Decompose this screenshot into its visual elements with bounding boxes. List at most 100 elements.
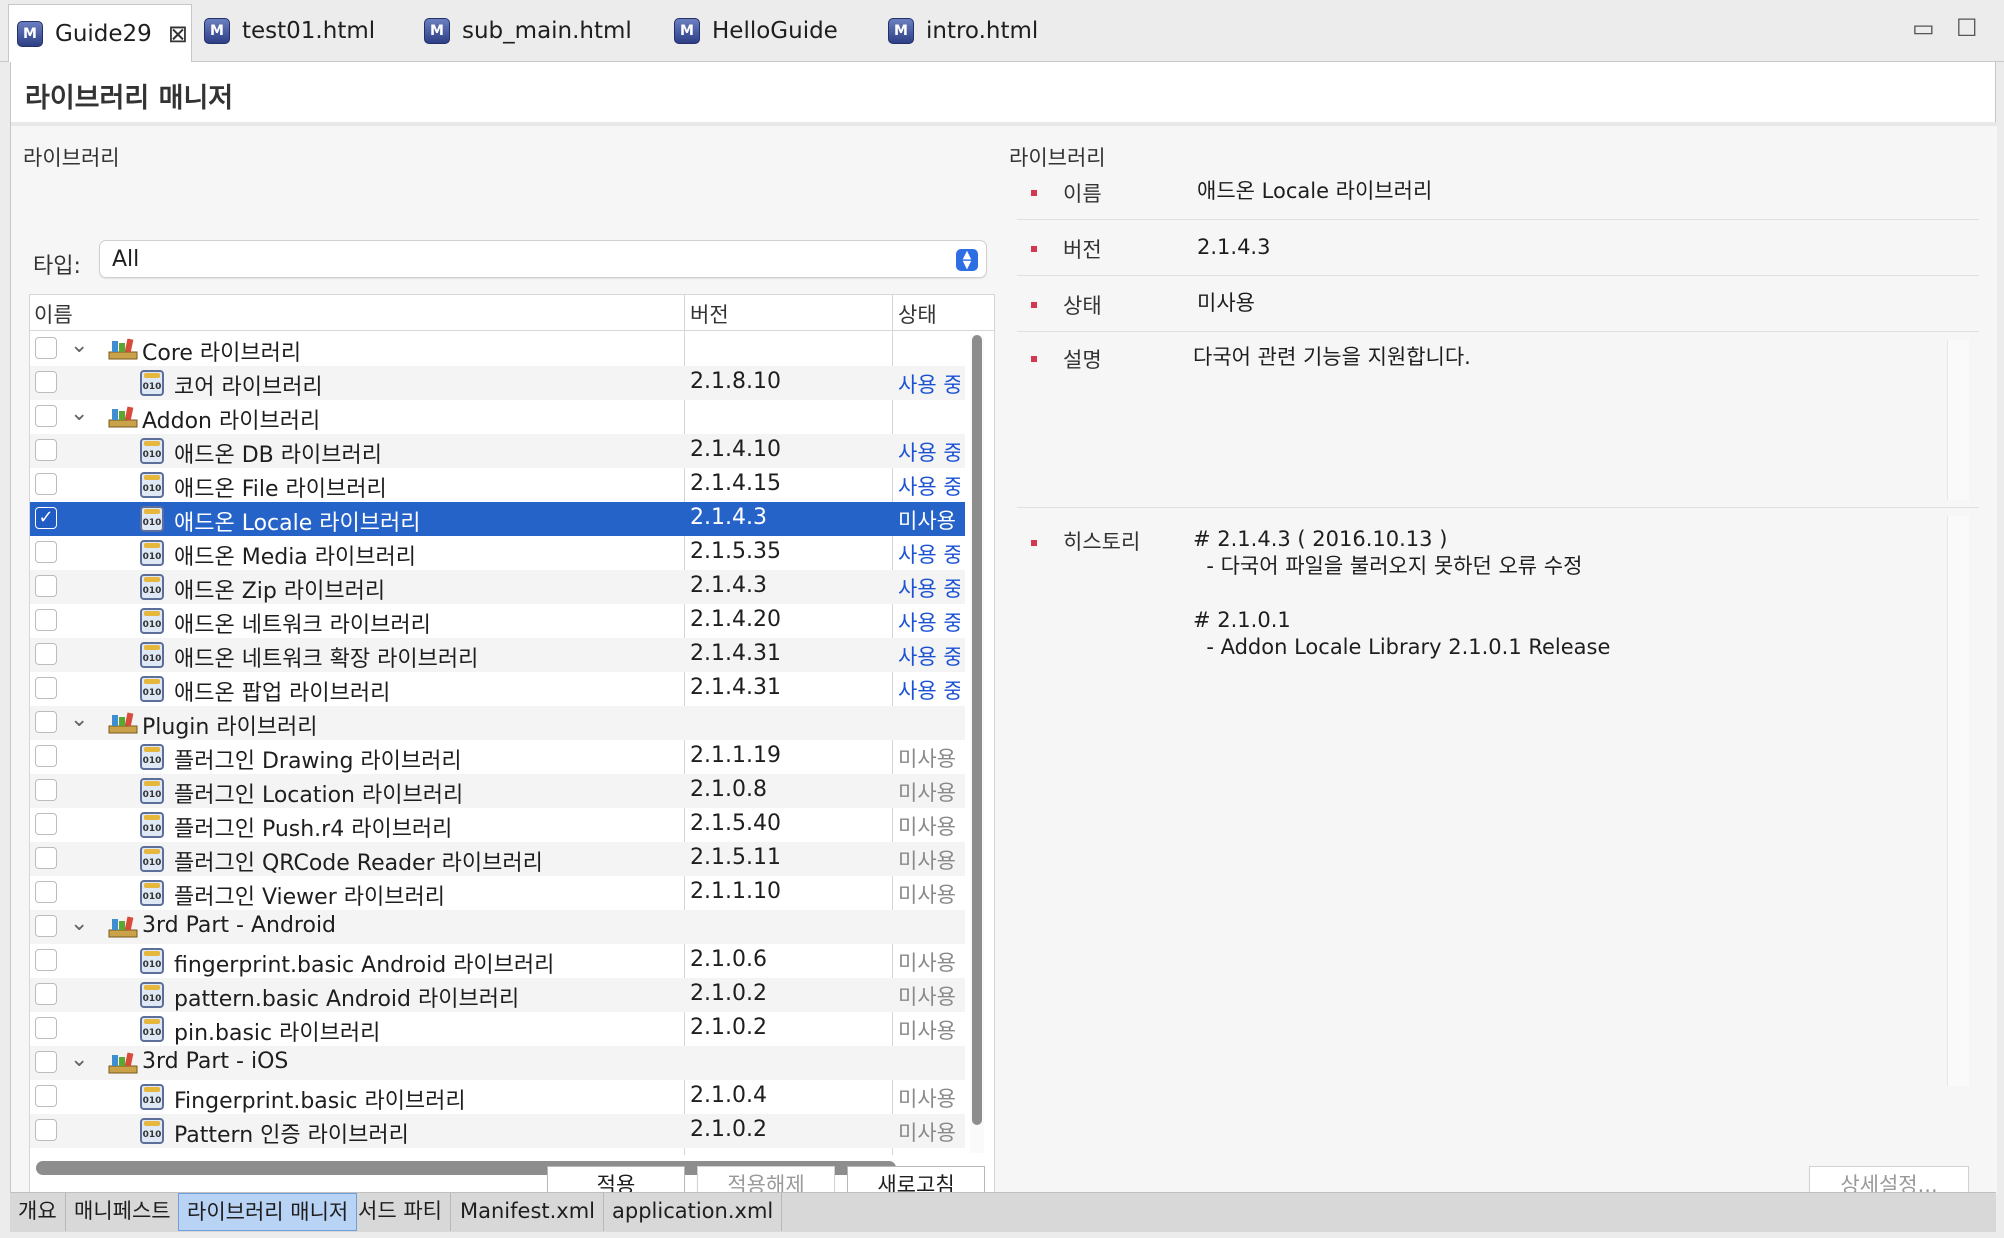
project-file-icon: M: [424, 18, 450, 44]
row-checkbox[interactable]: [35, 711, 57, 733]
row-checkbox[interactable]: [35, 915, 57, 937]
expand-chevron-icon[interactable]: ⌄: [70, 707, 88, 732]
tree-group-row[interactable]: ⌄ Plugin 라이브러리: [30, 706, 965, 740]
history-scrollbar[interactable]: [1947, 516, 1969, 1086]
tree-group-row[interactable]: ⌄ Addon 라이브러리: [30, 400, 965, 434]
row-checkbox[interactable]: [35, 813, 57, 835]
page-tab-manifest-xml[interactable]: Manifest.xml: [452, 1193, 605, 1231]
library-list-section-label: 라이브러리: [23, 146, 120, 170]
row-checkbox[interactable]: [35, 609, 57, 631]
library-version: 2.1.0.6: [690, 947, 767, 972]
library-status: 사용 중: [898, 645, 960, 669]
library-file-icon: 010: [140, 1016, 164, 1042]
row-checkbox[interactable]: [35, 439, 57, 461]
table-row[interactable]: 010 애드온 DB 라이브러리 2.1.4.10 사용 중: [30, 434, 965, 468]
row-checkbox[interactable]: [35, 1119, 57, 1141]
minimize-icon[interactable]: ▭: [1912, 14, 1935, 42]
select-arrows-icon: ▲ ▼: [956, 249, 978, 271]
column-header-status[interactable]: 상태: [898, 299, 937, 329]
table-row[interactable]: 010 pin.basic 라이브러리 2.1.0.2 미사용: [30, 1012, 965, 1046]
row-checkbox[interactable]: [35, 745, 57, 767]
row-checkbox[interactable]: [35, 847, 57, 869]
tree-group-row[interactable]: ⌄ Core 라이브러리: [30, 332, 965, 366]
table-row[interactable]: 010 플러그인 Viewer 라이브러리 2.1.1.10 미사용: [30, 876, 965, 910]
row-checkbox[interactable]: ✓: [35, 507, 57, 529]
column-header-version[interactable]: 버전: [690, 299, 729, 329]
table-row[interactable]: 010 애드온 File 라이브러리 2.1.4.15 사용 중: [30, 468, 965, 502]
row-checkbox[interactable]: [35, 473, 57, 495]
table-row[interactable]: 010 애드온 네트워크 라이브러리 2.1.4.20 사용 중: [30, 604, 965, 638]
table-row[interactable]: ✓ 010 애드온 Locale 라이브러리 2.1.4.3 미사용: [30, 502, 965, 536]
row-checkbox[interactable]: [35, 337, 57, 359]
library-version: 2.1.4.3: [690, 573, 767, 598]
library-name: 애드온 DB 라이브러리: [174, 443, 382, 468]
table-row[interactable]: 010 애드온 Zip 라이브러리 2.1.4.3 사용 중: [30, 570, 965, 604]
row-checkbox[interactable]: [35, 1085, 57, 1107]
library-file-icon: 010: [140, 540, 164, 566]
tab-helloguide[interactable]: M HelloGuide: [674, 6, 838, 56]
type-filter-label: 타입:: [33, 254, 81, 279]
row-checkbox[interactable]: [35, 779, 57, 801]
library-file-icon: 010: [140, 574, 164, 600]
scrollbar-thumb[interactable]: [972, 335, 982, 1125]
content-area: 라이브러리 라이브러리 타입: All ▲ ▼ 이름 버전 상태 ⌄ Core 라이…: [11, 126, 1997, 1204]
table-row[interactable]: 010 Fingerprint.basic 라이브러리 2.1.0.4 미사용: [30, 1080, 965, 1114]
vertical-scrollbar[interactable]: [970, 335, 984, 1153]
tab-intro[interactable]: M intro.html: [888, 6, 1038, 56]
page-tab-third-party[interactable]: 서드 파티: [350, 1193, 451, 1231]
row-checkbox[interactable]: [35, 1051, 57, 1073]
tree-group-row[interactable]: ⌄ 3rd Part - Android: [30, 910, 965, 944]
page-tab-bar: 개요 매니페스트 라이브러리 매니저 서드 파티 Manifest.xml ap…: [10, 1192, 1996, 1232]
table-row[interactable]: 010 애드온 팝업 라이브러리 2.1.4.31 사용 중: [30, 672, 965, 706]
table-row[interactable]: 010 pattern.basic Android 라이브러리 2.1.0.2 미사용: [30, 978, 965, 1012]
column-header-name[interactable]: 이름: [34, 299, 73, 329]
row-checkbox[interactable]: [35, 677, 57, 699]
library-name: 플러그인 Push.r4 라이브러리: [174, 817, 453, 842]
page-tab-overview[interactable]: 개요: [10, 1193, 66, 1231]
table-row[interactable]: 010 애드온 Media 라이브러리 2.1.5.35 사용 중: [30, 536, 965, 570]
row-checkbox[interactable]: [35, 541, 57, 563]
expand-chevron-icon[interactable]: ⌄: [70, 333, 88, 358]
expand-chevron-icon[interactable]: ⌄: [70, 1047, 88, 1072]
library-version: 2.1.1.19: [690, 743, 781, 768]
expand-chevron-icon[interactable]: ⌄: [70, 911, 88, 936]
row-checkbox[interactable]: [35, 881, 57, 903]
tab-guide29[interactable]: M Guide29 ⊠: [8, 4, 192, 62]
tree-group-row[interactable]: ⌄ 3rd Part - iOS: [30, 1046, 965, 1080]
expand-chevron-icon[interactable]: ⌄: [70, 401, 88, 426]
page-tab-manifest[interactable]: 매니페스트: [66, 1193, 180, 1231]
table-row[interactable]: 010 플러그인 QRCode Reader 라이브러리 2.1.5.11 미사용: [30, 842, 965, 876]
page-tab-library-manager[interactable]: 라이브러리 매니저: [178, 1193, 358, 1231]
type-filter-select[interactable]: All ▲ ▼: [99, 240, 987, 278]
library-name: pin.basic 라이브러리: [174, 1021, 381, 1046]
library-file-icon: 010: [140, 506, 164, 532]
row-checkbox[interactable]: [35, 371, 57, 393]
table-row[interactable]: 010 fingerprint.basic Android 라이브러리 2.1.0.…: [30, 944, 965, 978]
tab-sub-main[interactable]: M sub_main.html: [424, 6, 632, 56]
description-scrollbar[interactable]: [1947, 340, 1969, 500]
row-checkbox[interactable]: [35, 949, 57, 971]
row-checkbox[interactable]: [35, 405, 57, 427]
row-checkbox[interactable]: [35, 643, 57, 665]
row-checkbox[interactable]: [35, 983, 57, 1005]
library-version: 2.1.5.35: [690, 539, 781, 564]
table-row[interactable]: 010 플러그인 Push.r4 라이브러리 2.1.5.40 미사용: [30, 808, 965, 842]
library-group-icon: [108, 916, 138, 938]
row-checkbox[interactable]: [35, 575, 57, 597]
tab-test01[interactable]: M test01.html: [204, 6, 375, 56]
table-row[interactable]: 010 플러그인 Location 라이브러리 2.1.0.8 미사용: [30, 774, 965, 808]
table-row[interactable]: 010 애드온 네트워크 확장 라이브러리 2.1.4.31 사용 중: [30, 638, 965, 672]
close-icon[interactable]: ⊠: [168, 20, 188, 48]
library-status: 미사용: [898, 1019, 956, 1043]
detail-value: 애드온 Locale 라이브러리: [1197, 179, 1433, 203]
library-version: 2.1.0.8: [690, 777, 767, 802]
page-tab-application-xml[interactable]: application.xml: [604, 1193, 783, 1231]
table-row[interactable]: 010 플러그인 Drawing 라이브러리 2.1.1.19 미사용: [30, 740, 965, 774]
table-row[interactable]: 010 Pattern 인증 라이브러리 2.1.0.2 미사용: [30, 1114, 965, 1148]
library-version: 2.1.0.4: [690, 1083, 767, 1108]
row-checkbox[interactable]: [35, 1017, 57, 1039]
table-row[interactable]: 010 코어 라이브러리 2.1.8.10 사용 중: [30, 366, 965, 400]
maximize-icon[interactable]: ☐: [1956, 14, 1978, 42]
library-name: Fingerprint.basic 라이브러리: [174, 1089, 466, 1114]
library-file-icon: 010: [140, 642, 164, 668]
